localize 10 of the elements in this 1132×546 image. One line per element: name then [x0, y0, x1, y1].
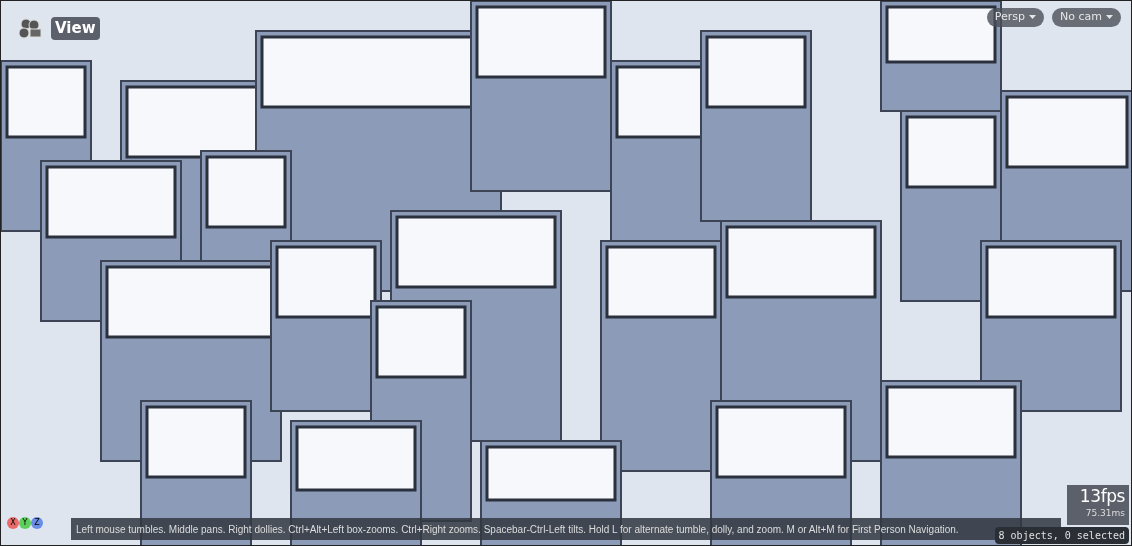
selection-status: 8 objects, 0 selected [994, 527, 1129, 544]
hint-text: Left mouse tumbles. Middle pans. Right dollies. Ctrl+Alt+Left box-zooms. Ctrl+Right zooms. Spacebar-Ctrl-Left tilts. Hold L for alternate tumble, dolly, and zoom. M or Alt+M for First Person Navigation. [76, 522, 959, 537]
caret-icon [1106, 15, 1113, 20]
fps-text: 13fps [1079, 485, 1125, 507]
view-menu-button[interactable]: No cam [1052, 8, 1121, 27]
viewport-title: View [51, 17, 100, 40]
caret-icon [1029, 15, 1037, 20]
view-menu-button[interactable]: Persp [986, 8, 1045, 27]
frame-time-text: 75.31ms [1085, 507, 1125, 520]
camera-reels-icon [17, 17, 43, 40]
